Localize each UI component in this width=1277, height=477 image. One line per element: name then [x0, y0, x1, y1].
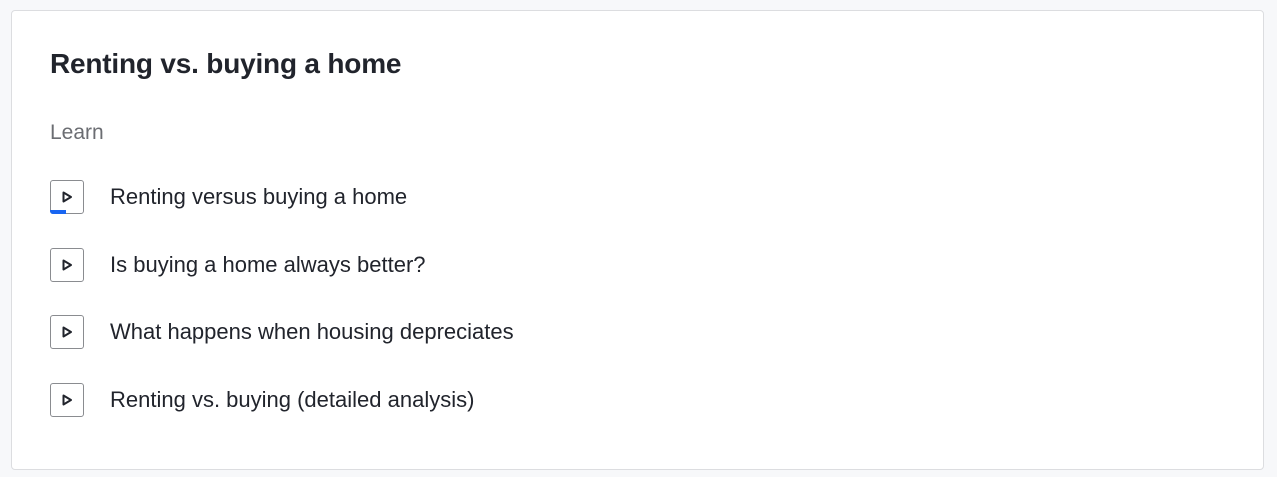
play-icon	[62, 191, 72, 203]
play-icon	[62, 326, 72, 338]
lesson-item-renting-versus-buying[interactable]: Renting versus buying a home	[50, 179, 514, 215]
lesson-title[interactable]: Renting vs. buying (detailed analysis)	[110, 387, 474, 413]
lesson-item-detailed-analysis[interactable]: Renting vs. buying (detailed analysis)	[50, 382, 514, 418]
play-icon	[62, 259, 72, 270]
learn-section-label: Learn	[50, 121, 104, 144]
video-play-button[interactable]	[50, 382, 84, 417]
unit-card: Renting vs. buying a home Learn Renting …	[11, 10, 1264, 470]
lesson-item-is-buying-better[interactable]: Is buying a home always better?	[50, 247, 514, 283]
lesson-title[interactable]: Is buying a home always better?	[110, 252, 426, 278]
video-play-button[interactable]	[50, 247, 84, 282]
play-icon	[62, 394, 72, 405]
lesson-title[interactable]: Renting versus buying a home	[110, 184, 407, 210]
lesson-title[interactable]: What happens when housing depreciates	[110, 319, 514, 345]
card-title: Renting vs. buying a home	[50, 48, 402, 79]
video-play-button[interactable]	[50, 180, 84, 214]
video-play-button[interactable]	[50, 315, 84, 349]
lesson-item-housing-depreciates[interactable]: What happens when housing depreciates	[50, 314, 514, 350]
video-progress-bar	[50, 210, 66, 214]
lesson-list: Renting versus buying a home Is buying a…	[50, 179, 514, 449]
